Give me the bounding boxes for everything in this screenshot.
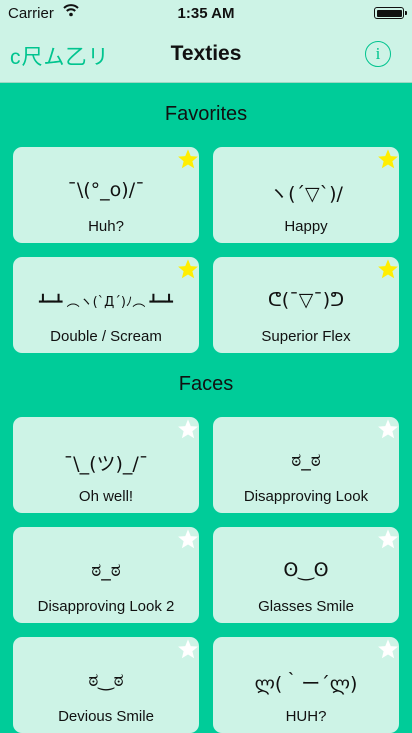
texty-label: Double / Scream bbox=[50, 328, 162, 345]
star-empty-icon[interactable] bbox=[377, 528, 399, 550]
info-button[interactable]: i bbox=[365, 41, 391, 67]
nav-bar: c尺ム乙リ Texties i bbox=[0, 28, 412, 83]
star-empty-icon[interactable] bbox=[177, 528, 199, 550]
texty-card[interactable]: ¯\(°_o)/¯ Huh? bbox=[13, 147, 199, 243]
texty-card[interactable]: ლ(｀ー´ლ) HUH? bbox=[213, 637, 399, 733]
texty-face: ┻━┻ ︵ヽ(`Д´)ﾉ︵ ┻━┻ bbox=[38, 295, 174, 310]
texty-face: ᕦ(¯▽¯)ᕤ bbox=[267, 289, 345, 311]
star-empty-icon[interactable] bbox=[377, 418, 399, 440]
texty-label: HUH? bbox=[285, 708, 327, 725]
status-time: 1:35 AM bbox=[177, 5, 235, 22]
star-empty-icon[interactable] bbox=[377, 638, 399, 660]
texty-card[interactable]: ¯\_(ツ)_/¯ Oh well! bbox=[13, 417, 199, 513]
texty-face: ʘ‿ʘ bbox=[283, 559, 329, 581]
texty-face: ¯\(°_o)/¯ bbox=[67, 179, 145, 201]
texty-card[interactable]: ಠ_ಠ Disapproving Look 2 bbox=[13, 527, 199, 623]
crazy-button[interactable]: c尺ム乙リ bbox=[10, 41, 110, 71]
battery-icon bbox=[374, 7, 407, 19]
texty-card[interactable]: ┻━┻ ︵ヽ(`Д´)ﾉ︵ ┻━┻ Double / Scream bbox=[13, 257, 199, 353]
texty-label: Glasses Smile bbox=[258, 598, 354, 615]
texty-card[interactable]: ಠ_ಠ Disapproving Look bbox=[213, 417, 399, 513]
section-title-faces: Faces bbox=[178, 373, 234, 395]
star-filled-icon[interactable] bbox=[177, 258, 199, 280]
texty-label: Happy bbox=[284, 218, 328, 235]
section-title-favorites: Favorites bbox=[164, 103, 248, 125]
texty-label: Devious Smile bbox=[58, 708, 154, 725]
texty-label: Oh well! bbox=[78, 488, 134, 505]
texty-label: Superior Flex bbox=[261, 328, 351, 345]
texty-face: ლ(｀ー´ლ) bbox=[254, 673, 358, 695]
texty-label: Huh? bbox=[88, 218, 124, 235]
texty-label: Disapproving Look bbox=[243, 488, 369, 505]
star-empty-icon[interactable] bbox=[177, 418, 199, 440]
texty-face: ヽ(´▽`)/ bbox=[269, 183, 343, 205]
texty-card[interactable]: ʘ‿ʘ Glasses Smile bbox=[213, 527, 399, 623]
texty-card[interactable]: ᕦ(¯▽¯)ᕤ Superior Flex bbox=[213, 257, 399, 353]
star-filled-icon[interactable] bbox=[377, 148, 399, 170]
texty-face: ¯\_(ツ)_/¯ bbox=[63, 453, 149, 475]
texty-card[interactable]: ヽ(´▽`)/ Happy bbox=[213, 147, 399, 243]
texty-face: ಠ_ಠ bbox=[91, 559, 121, 581]
star-empty-icon[interactable] bbox=[177, 638, 199, 660]
texty-face: ಠ_ಠ bbox=[291, 449, 321, 471]
texty-face: ಠ‿ಠ bbox=[88, 669, 124, 691]
star-filled-icon[interactable] bbox=[377, 258, 399, 280]
star-filled-icon[interactable] bbox=[177, 148, 199, 170]
texty-card[interactable]: ಠ‿ಠ Devious Smile bbox=[13, 637, 199, 733]
texty-label: Disapproving Look 2 bbox=[37, 598, 175, 615]
status-bar: Carrier 1:35 AM bbox=[0, 0, 412, 28]
